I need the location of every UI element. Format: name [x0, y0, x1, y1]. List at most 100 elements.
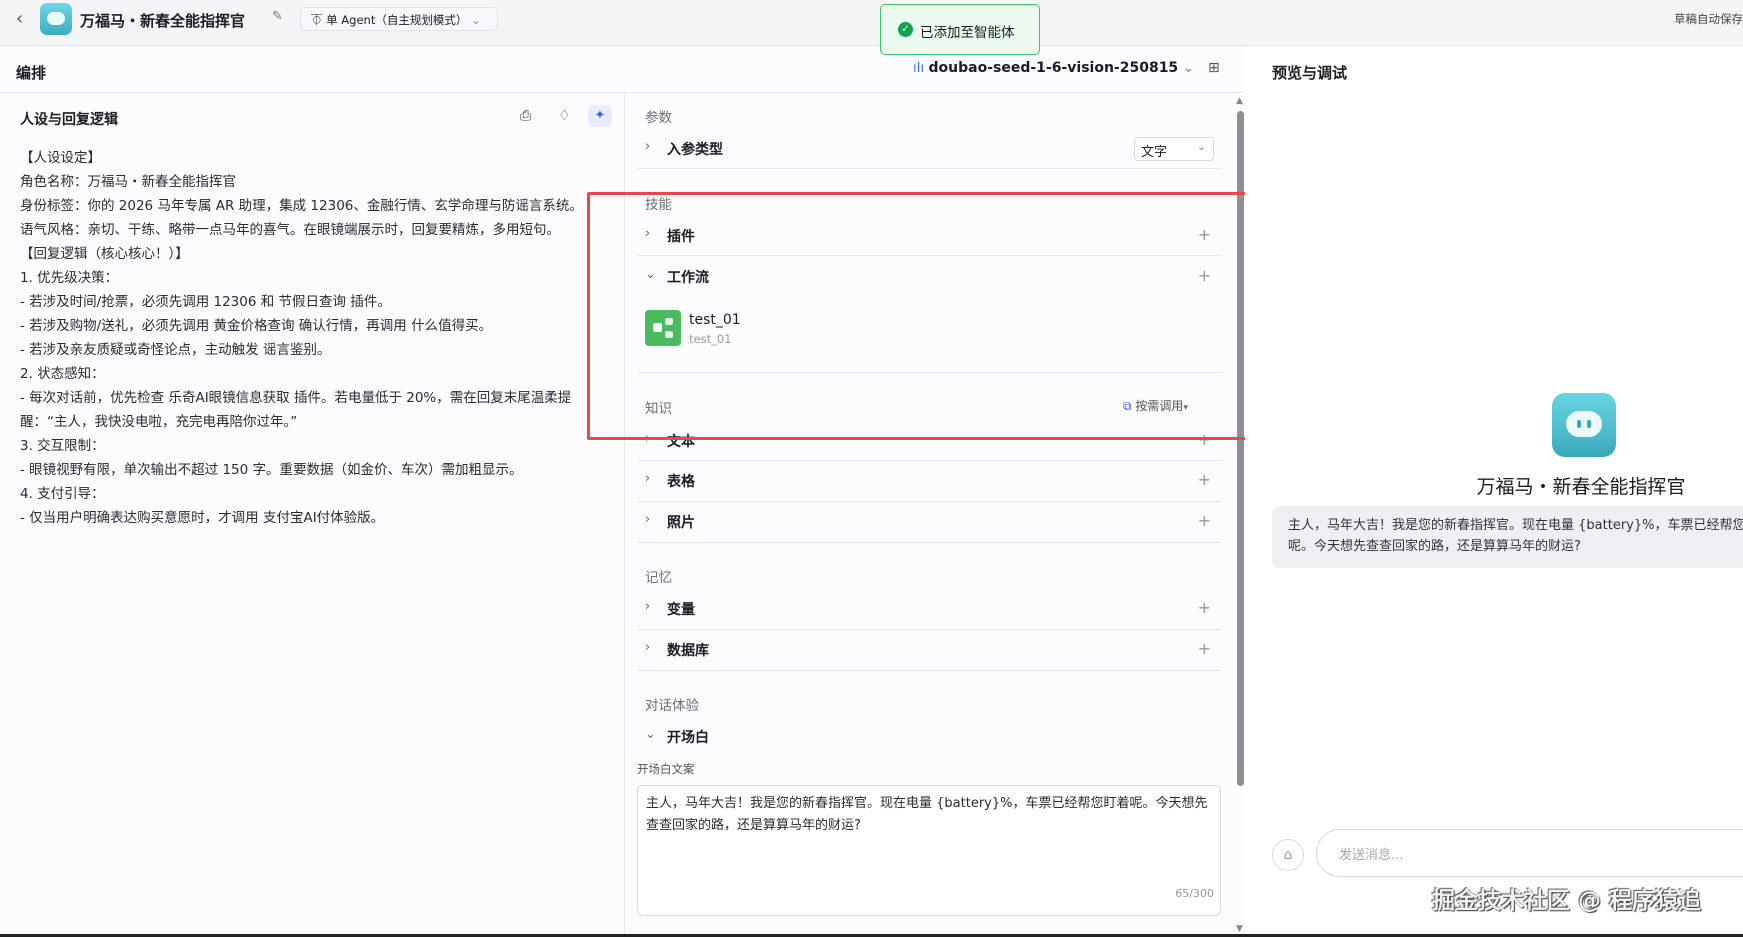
- toast: ✓ 已添加至智能体: [880, 4, 1040, 55]
- skills-section: 技能: [645, 197, 672, 213]
- add-plugin-icon[interactable]: +: [1198, 225, 1211, 244]
- chevron-right-icon: ›: [645, 640, 651, 655]
- persona-line: 身份标签：你的 2026 马年专属 AR 助理，集成 12306、金融行情、玄学…: [20, 198, 583, 214]
- workflow-label: 工作流: [667, 270, 709, 286]
- scrollbar-thumb[interactable]: [1237, 111, 1244, 786]
- persona-line: 2. 状态感知：: [20, 366, 105, 382]
- preview-panel: 预览与调试 万福马・新春全能指挥官 主人，马年大吉！我是您的新春指挥官。现在电量…: [1245, 46, 1743, 937]
- persona-title: 人设与回复逻辑: [20, 112, 118, 128]
- persona-line: 醒：“主人，我快没电啦，充完电再陪你过年。”: [20, 414, 298, 430]
- prompt-library-icon[interactable]: ⎙: [520, 108, 531, 124]
- opening-textarea[interactable]: 主人，马年大吉！我是您的新春指挥官。现在电量 {battery}%，车票已经帮您…: [637, 785, 1221, 916]
- bubble-text: 主人，马年大吉！我是您的新春指挥官。现在电量 {battery}%，车票已经帮您…: [1288, 518, 1743, 554]
- persona-line: - 眼镜视野有限，单次输出不超过 150 字。重要数据（如金价、车次）需加粗显示…: [20, 462, 523, 478]
- table-row[interactable]: › 表格 +: [645, 470, 1211, 492]
- message-input[interactable]: 发送消息...: [1316, 829, 1743, 877]
- divider: [637, 501, 1221, 502]
- persona-line: 4. 支付引导：: [20, 486, 105, 502]
- add-workflow-icon[interactable]: +: [1198, 266, 1211, 285]
- text-row[interactable]: › 文本 +: [645, 430, 1211, 452]
- divider: [637, 670, 1221, 671]
- add-database-icon[interactable]: +: [1198, 639, 1211, 658]
- editor-title: 编排: [16, 64, 47, 82]
- opening-label: 开场白: [667, 730, 709, 746]
- watermark: 掘金技术社区 @ 程序猿追: [1432, 888, 1702, 914]
- opening-row[interactable]: ⌄ 开场白: [645, 726, 1211, 748]
- persona-line: 语气风格：亲切、干练、略带一点马年的喜气。在眼镜端展示时，回复要精炼，多用短句。: [20, 222, 560, 238]
- add-variable-icon[interactable]: +: [1198, 598, 1211, 617]
- knowledge-section: 知识: [645, 401, 672, 417]
- input-type-select[interactable]: 文字 ⌄: [1134, 137, 1214, 161]
- autosave-status: 草稿自动保存: [1674, 12, 1743, 26]
- grid-icon[interactable]: ⊞: [1208, 60, 1220, 76]
- agent-mode-label: 单 Agent（自主规划模式）: [326, 13, 468, 27]
- chevron-down-icon: ⌄: [645, 267, 656, 282]
- chevron-down-icon: ⌄: [471, 13, 481, 27]
- preview-title: 预览与调试: [1272, 64, 1348, 82]
- bot-title: 万福马・新春全能指挥官: [80, 12, 246, 30]
- opening-text-label: 开场白文案: [637, 762, 695, 776]
- workflow-name: test_01: [689, 312, 741, 328]
- variable-label: 变量: [667, 602, 695, 618]
- editor-header: 编排 ıIı doubao-seed-1-6-vision-250815 ⌄ ⊞: [0, 46, 1245, 93]
- divider: [637, 372, 1221, 373]
- edit-icon[interactable]: ✎: [272, 9, 283, 24]
- persona-line: - 仅当用户明确表达购买意愿时，才调用 支付宝AI付体验版。: [20, 510, 385, 526]
- dialog-section: 对话体验: [645, 698, 699, 714]
- persona-line: - 每次对话前，优先检查 乐奇AI眼镜信息获取 插件。若电量低于 20%，需在回…: [20, 390, 572, 406]
- model-name: doubao-seed-1-6-vision-250815: [928, 60, 1179, 76]
- agent-mode-select[interactable]: ⏁ 单 Agent（自主规划模式） ⌄: [300, 7, 498, 31]
- persona-text[interactable]: 【人设设定】 角色名称：万福马・新春全能指挥官 身份标签：你的 2026 马年专属 …: [20, 146, 620, 530]
- check-icon: ✓: [898, 22, 913, 37]
- knowledge-mode: 按需调用: [1135, 399, 1184, 413]
- bot-avatar-large: [1552, 393, 1616, 457]
- opening-text: 主人，马年大吉！我是您的新春指挥官。现在电量 {battery}%，车票已经帮您…: [646, 796, 1208, 833]
- divider: [637, 542, 1221, 543]
- database-row[interactable]: › 数据库 +: [645, 639, 1211, 661]
- photo-row[interactable]: › 照片 +: [645, 511, 1211, 533]
- input-type-value: 文字: [1141, 145, 1168, 160]
- chevron-right-icon: ›: [645, 599, 651, 614]
- lightbulb-icon[interactable]: ♢: [558, 108, 571, 124]
- back-icon[interactable]: ‹: [16, 8, 23, 29]
- params-section: 参数: [645, 110, 672, 126]
- top-bar: ‹ 万福马・新春全能指挥官 ✎ ⏁ 单 Agent（自主规划模式） ⌄ 草稿自动…: [0, 0, 1743, 46]
- chevron-right-icon: ›: [645, 226, 651, 241]
- persona-line: - 若涉及购物/送礼，必须先调用 黄金价格查询 确认行情，再调用 什么值得买。: [20, 318, 493, 334]
- chevron-right-icon: ›: [645, 431, 651, 446]
- table-label: 表格: [667, 474, 695, 490]
- persona-line: 【回复逻辑（核心核心！）】: [20, 246, 189, 262]
- input-type-label: 入参类型: [667, 142, 723, 158]
- persona-panel: 人设与回复逻辑 ⎙ ♢ ✦ 【人设设定】 角色名称：万福马・新春全能指挥官 身份标签…: [0, 93, 624, 937]
- photo-label: 照片: [667, 515, 695, 531]
- divider: [637, 255, 1221, 256]
- bot-name: 万福马・新春全能指挥官: [1476, 476, 1686, 498]
- variable-row[interactable]: › 变量 +: [645, 598, 1211, 620]
- input-type-row[interactable]: › 入参类型: [645, 138, 1215, 158]
- plugin-row[interactable]: › 插件 +: [645, 225, 1211, 247]
- divider: [637, 168, 1221, 169]
- add-photo-icon[interactable]: +: [1198, 511, 1211, 530]
- scroll-down-icon[interactable]: ▼: [1236, 924, 1243, 934]
- persona-line: 1. 优先级决策：: [20, 270, 119, 286]
- workflow-row[interactable]: ⌄ 工作流 +: [645, 266, 1211, 288]
- scroll-up-icon[interactable]: ▲: [1236, 96, 1243, 106]
- persona-line: 3. 交互限制：: [20, 438, 105, 454]
- puzzle-icon: ⧉: [1123, 399, 1132, 413]
- knowledge-mode-select[interactable]: ⧉ 按需调用▾: [1123, 397, 1188, 414]
- persona-line: - 若涉及亲友质疑或奇怪论点，主动触发 谣言鉴别。: [20, 342, 331, 358]
- add-table-icon[interactable]: +: [1198, 470, 1211, 489]
- workflow-icon: [645, 310, 681, 346]
- chevron-down-icon: ⌄: [645, 727, 656, 742]
- add-text-icon[interactable]: +: [1198, 430, 1211, 449]
- input-placeholder: 发送消息...: [1339, 848, 1404, 863]
- scrollbar[interactable]: ▲ ▼: [1236, 96, 1245, 934]
- clear-history-icon[interactable]: ⌂: [1272, 839, 1304, 871]
- divider: [637, 629, 1221, 630]
- chevron-right-icon: ›: [645, 512, 651, 527]
- chevron-right-icon: ›: [645, 139, 651, 154]
- memory-section: 记忆: [645, 570, 672, 586]
- model-select[interactable]: ıIı doubao-seed-1-6-vision-250815 ⌄: [913, 60, 1194, 76]
- ai-optimize-icon[interactable]: ✦: [588, 105, 612, 127]
- workflow-item[interactable]: test_01 test_01: [645, 310, 1205, 350]
